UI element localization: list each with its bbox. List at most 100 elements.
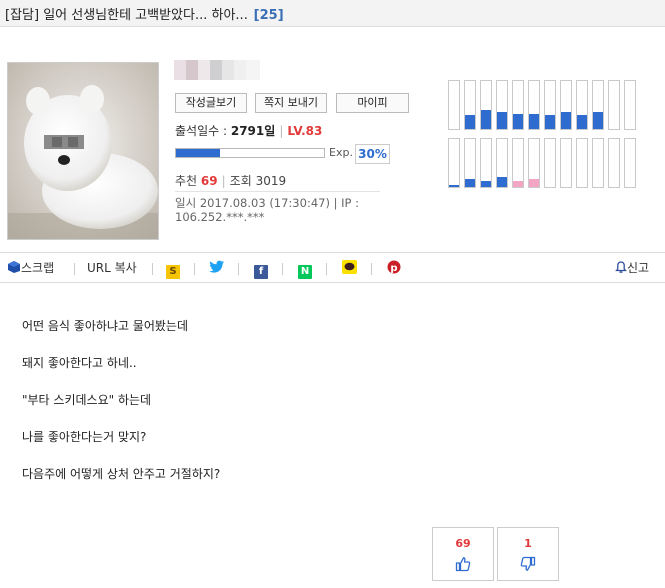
share-toolbar: 스크랩 URL 복사 S f N p 신고 bbox=[0, 252, 665, 283]
scrap-icon bbox=[7, 260, 21, 274]
report-button[interactable]: 신고 bbox=[615, 259, 649, 277]
view-posts-button[interactable]: 작성글보기 bbox=[175, 93, 247, 113]
post-line: 어떤 음식 좋아하냐고 물어봤는데 bbox=[22, 319, 189, 333]
exp-progress-bar bbox=[175, 148, 325, 158]
twitter-button[interactable] bbox=[209, 259, 225, 277]
post-title-bar: [잡담] 일어 선생님한테 고백받았다... 하아... [25] bbox=[0, 0, 665, 27]
activity-bar-cell bbox=[608, 80, 620, 130]
activity-bar-fill bbox=[497, 177, 507, 187]
level-badge: LV.83 bbox=[287, 124, 323, 138]
activity-bar-cell bbox=[544, 80, 556, 130]
divider bbox=[74, 263, 75, 275]
divider bbox=[282, 263, 283, 275]
url-copy-button[interactable]: URL 복사 bbox=[87, 259, 137, 277]
activity-bar-cell bbox=[464, 80, 476, 130]
kakaotalk-button[interactable] bbox=[342, 259, 357, 277]
activity-bar-cell bbox=[464, 138, 476, 188]
activity-bar-fill bbox=[481, 181, 491, 187]
post-line: 돼지 좋아한다고 하네.. bbox=[22, 356, 137, 370]
attendance-value: 2791일 bbox=[230, 124, 276, 138]
activity-bar-cell bbox=[448, 138, 460, 188]
dog-photo-icon bbox=[8, 63, 158, 239]
activity-bar-fill bbox=[593, 112, 603, 129]
activity-bar-fill bbox=[449, 185, 459, 187]
thumbs-up-icon bbox=[433, 556, 493, 572]
twitter-icon bbox=[209, 260, 225, 274]
author-profile: 작성글보기 쪽지 보내기 마이피 출석일수 : 2791일 | LV.83 Exp.… bbox=[0, 28, 665, 250]
report-label: 신고 bbox=[627, 261, 650, 275]
post-line: "부타 스키데스요" 하는데 bbox=[22, 393, 152, 407]
activity-bar-cell bbox=[624, 138, 636, 188]
activity-bar-cell bbox=[448, 80, 460, 130]
activity-bar-cell bbox=[480, 80, 492, 130]
thumbs-down-icon bbox=[498, 556, 558, 572]
activity-bar-fill bbox=[481, 110, 491, 129]
activity-bar-cell bbox=[496, 80, 508, 130]
activity-bar-fill bbox=[529, 114, 539, 129]
activity-bar-cell bbox=[608, 138, 620, 188]
divider bbox=[371, 263, 372, 275]
activity-bar-fill bbox=[513, 114, 523, 129]
facebook-button[interactable]: f bbox=[254, 259, 268, 279]
comment-count[interactable]: [25] bbox=[254, 8, 284, 23]
mypi-button[interactable]: 마이피 bbox=[336, 93, 409, 113]
activity-bar-fill bbox=[513, 181, 523, 187]
post-stats: 추천 69 | 조회 3019 bbox=[175, 174, 287, 188]
pinterest-button[interactable]: p bbox=[387, 259, 401, 277]
activity-bar-fill bbox=[545, 115, 555, 129]
send-message-button[interactable]: 쪽지 보내기 bbox=[255, 93, 327, 113]
activity-bar-cell bbox=[512, 138, 524, 188]
activity-bar-cell bbox=[480, 138, 492, 188]
naver-icon: N bbox=[298, 265, 312, 279]
kakaostory-icon: S bbox=[166, 265, 180, 279]
activity-bar-fill bbox=[577, 115, 587, 129]
activity-bar-cell bbox=[592, 138, 604, 188]
activity-bar-fill bbox=[497, 112, 507, 129]
activity-bar-cell bbox=[560, 138, 572, 188]
upvote-button[interactable]: 69 bbox=[432, 527, 494, 581]
activity-bar-cell bbox=[544, 138, 556, 188]
divider bbox=[152, 263, 153, 275]
activity-bar-fill bbox=[465, 179, 475, 187]
attendance-label: 출석일수 : bbox=[175, 124, 228, 138]
exp-label: Exp. bbox=[329, 146, 353, 159]
recommend-label: 추천 bbox=[175, 174, 198, 188]
activity-bar-cell bbox=[592, 80, 604, 130]
downvote-count: 1 bbox=[524, 537, 532, 550]
post-title: [잡담] 일어 선생님한테 고백받았다... 하아... bbox=[5, 8, 248, 23]
activity-bar-fill bbox=[561, 112, 571, 129]
activity-bar-cell bbox=[576, 80, 588, 130]
activity-bar-cell bbox=[512, 80, 524, 130]
activity-bar-fill bbox=[529, 179, 539, 187]
activity-bar-cell bbox=[528, 138, 540, 188]
bell-icon bbox=[615, 260, 627, 274]
divider bbox=[175, 191, 380, 192]
naver-button[interactable]: N bbox=[298, 259, 312, 279]
facebook-icon: f bbox=[254, 265, 268, 279]
svg-text:p: p bbox=[390, 263, 397, 274]
activity-bar-cell bbox=[576, 138, 588, 188]
nickname-blurred[interactable] bbox=[174, 60, 264, 80]
avatar[interactable] bbox=[7, 62, 159, 240]
scrap-button[interactable]: 스크랩 bbox=[7, 259, 54, 277]
divider bbox=[326, 263, 327, 275]
upvote-count: 69 bbox=[455, 537, 471, 550]
view-count: 조회 3019 bbox=[229, 174, 287, 188]
pinterest-icon: p bbox=[387, 260, 401, 274]
kakaostory-button[interactable]: S bbox=[166, 259, 180, 279]
scrap-label: 스크랩 bbox=[21, 261, 55, 275]
kakaotalk-icon bbox=[342, 260, 357, 274]
exp-progress-fill bbox=[176, 149, 221, 157]
divider bbox=[238, 263, 239, 275]
post-body: 어떤 음식 좋아하냐고 물어봤는데 돼지 좋아한다고 하네.. "부타 스키데스… bbox=[22, 318, 622, 503]
recommend-count: 69 bbox=[200, 174, 218, 188]
activity-bar-cell bbox=[624, 80, 636, 130]
activity-bars bbox=[448, 80, 636, 190]
activity-bar-cell bbox=[560, 80, 572, 130]
activity-bar-cell bbox=[528, 80, 540, 130]
post-date-ip: 일시 2017.08.03 (17:30:47) | IP : 106.252.… bbox=[175, 196, 359, 224]
downvote-button[interactable]: 1 bbox=[497, 527, 559, 581]
activity-bar-fill bbox=[465, 115, 475, 129]
divider bbox=[194, 263, 195, 275]
attendance-stat: 출석일수 : 2791일 | LV.83 bbox=[175, 124, 323, 138]
